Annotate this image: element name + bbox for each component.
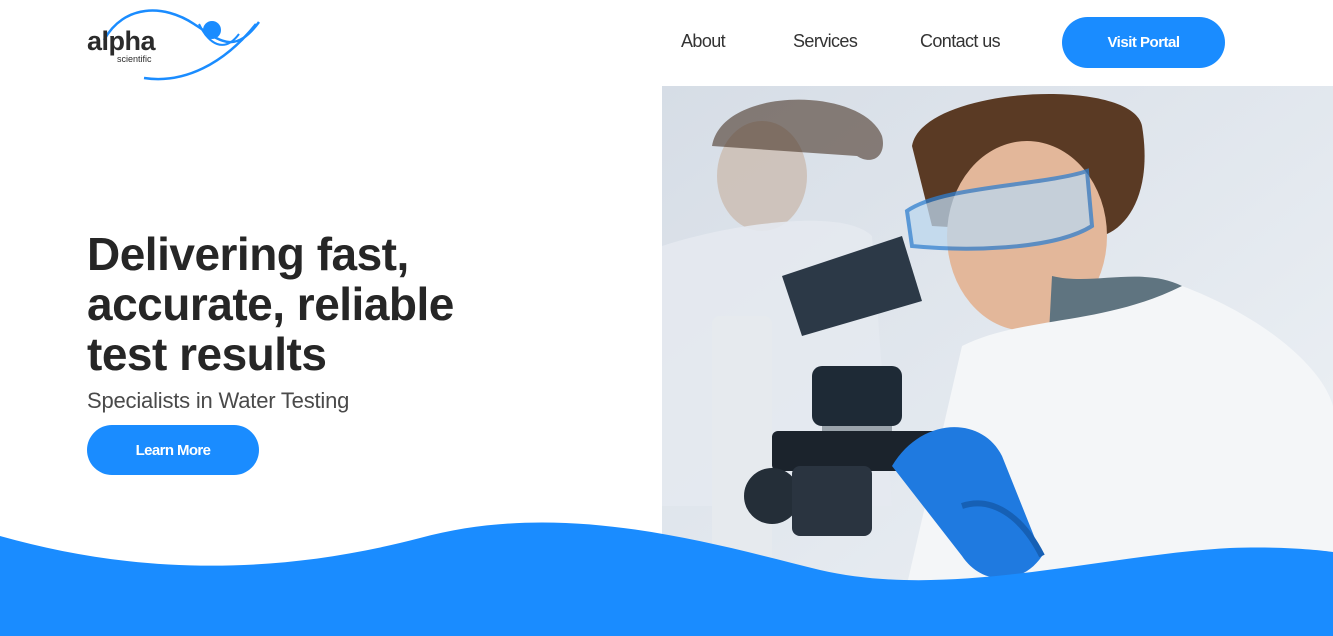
visit-portal-button[interactable]: Visit Portal: [1062, 17, 1225, 68]
hero-title-line: Delivering fast,: [87, 228, 409, 280]
hero-title: Delivering fast, accurate, reliable test…: [87, 229, 607, 379]
nav-item-contact[interactable]: Contact us: [920, 31, 1001, 52]
nav-item-label[interactable]: About: [681, 31, 726, 52]
logo-wordmark: alpha: [87, 26, 156, 56]
learn-more-button[interactable]: Learn More: [87, 425, 259, 475]
logo-tagline: scientific: [117, 54, 152, 64]
hero-subtitle: Specialists in Water Testing: [87, 388, 350, 413]
logo[interactable]: alpha scientific: [84, 4, 264, 82]
nav-item-services[interactable]: Services: [793, 31, 858, 52]
hero-title-line: test results: [87, 328, 327, 380]
wave-divider: [0, 522, 1333, 636]
nav-item-about[interactable]: About: [681, 31, 726, 52]
nav-item-label[interactable]: Contact us: [920, 31, 1001, 52]
nav-item-label[interactable]: Services: [793, 31, 858, 52]
hero-title-line: accurate, reliable: [87, 278, 454, 330]
